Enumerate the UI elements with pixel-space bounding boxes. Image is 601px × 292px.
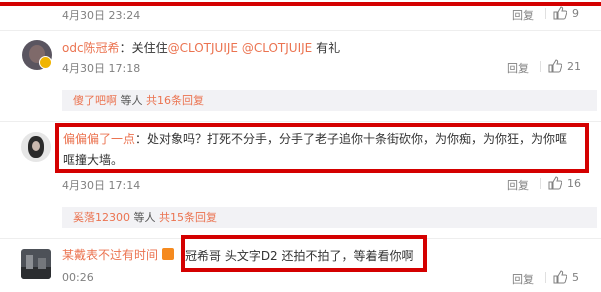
comment-username[interactable]: 某戴表不过有时间: [62, 246, 158, 263]
action-divider: [540, 61, 541, 72]
action-divider: [545, 8, 546, 19]
comment-timestamp: 4月30日 17:18: [62, 62, 141, 75]
action-divider: [545, 272, 546, 283]
avatar[interactable]: [21, 132, 51, 162]
highlight-box-top: [0, 0, 601, 6]
vip-badge-icon: [162, 248, 174, 260]
comment-timestamp: 4月30日 17:14: [62, 179, 141, 192]
comment-text: 冠希哥 头文字D2 还拍不拍了，等着看你啊: [185, 249, 414, 263]
avatar[interactable]: [21, 249, 51, 279]
thumbs-up-icon[interactable]: [553, 270, 567, 284]
comment-text: odc陈冠希：关住住@CLOTJUIJE @CLOTJUIJE 有礼: [62, 41, 341, 55]
action-divider: [540, 178, 541, 189]
view-replies-link[interactable]: 共15条回复: [159, 211, 217, 224]
comment-separator: [0, 121, 601, 122]
reply-button[interactable]: 回复: [507, 177, 529, 193]
like-count: 9: [572, 7, 579, 20]
view-replies-link[interactable]: 共16条回复: [146, 94, 204, 107]
comment-username[interactable]: 偏偏偏了一点: [63, 132, 135, 146]
thumbs-up-icon[interactable]: [553, 6, 567, 20]
reply-button[interactable]: 回复: [507, 60, 529, 76]
mention-link[interactable]: @CLOTJUIJE: [242, 41, 312, 55]
reply-summary-user[interactable]: 傻了吧啊: [73, 94, 117, 107]
thumbs-up-icon[interactable]: [548, 59, 562, 73]
comment-timestamp: 4月30日 23:24: [62, 9, 141, 22]
reply-summary: 傻了吧啊 等人 共16条回复: [62, 90, 597, 111]
reply-button[interactable]: 回复: [512, 271, 534, 287]
reply-summary: 奚落12300 等人 共15条回复: [62, 207, 597, 228]
like-count: 16: [567, 177, 581, 190]
thumbs-up-icon[interactable]: [548, 176, 562, 190]
reply-button[interactable]: 回复: [512, 7, 534, 23]
comment-text-line2: 哐撞大墙。: [63, 153, 124, 167]
like-count: 5: [572, 271, 579, 284]
mention-link[interactable]: @CLOTJUIJE: [168, 41, 238, 55]
like-count: 21: [567, 60, 581, 73]
comment-separator: [0, 30, 601, 31]
verified-badge-icon: [39, 56, 52, 69]
comment-timestamp: 00:26: [62, 271, 94, 284]
comment-username[interactable]: odc陈冠希: [62, 41, 120, 55]
reply-summary-user[interactable]: 奚落12300: [73, 211, 130, 224]
comment-text: 偏偏偏了一点：处对象吗？打死不分手，分手了老子追你十条街砍你，为你痴，为你狂，为…: [63, 132, 568, 146]
